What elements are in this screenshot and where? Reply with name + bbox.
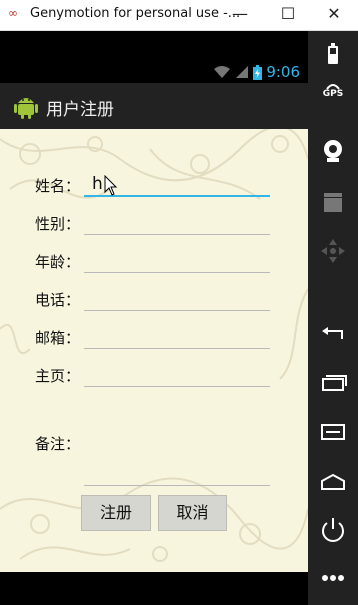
mouse-cursor-icon <box>104 175 118 196</box>
gender-input[interactable] <box>84 211 270 235</box>
genymotion-logo-icon: ∞ <box>8 6 18 20</box>
battery-charging-icon <box>253 64 263 80</box>
email-input[interactable] <box>84 325 270 349</box>
webcam-icon[interactable] <box>308 139 358 163</box>
window-titlebar[interactable]: ∞ Genymotion for personal use -... — ☐ ✕ <box>0 0 358 31</box>
emulator-toolbar: GPS <box>308 31 358 605</box>
app-bar: 用户注册 <box>0 83 308 129</box>
close-button[interactable]: ✕ <box>312 0 356 30</box>
remarks-input[interactable] <box>84 462 270 486</box>
age-label: 年龄： <box>35 253 81 271</box>
navigation-bar <box>0 572 308 605</box>
homepage-label: 主页： <box>35 367 81 385</box>
status-bar: 9:06 <box>0 31 308 83</box>
registration-form: 姓名： 性别： 年龄： 电话： 邮箱： 主页： 备注： 注册 取消 <box>0 129 308 572</box>
android-icon <box>14 98 38 119</box>
email-label: 邮箱： <box>35 329 81 347</box>
status-time: 9:06 <box>266 63 300 81</box>
recent-apps-icon[interactable] <box>308 373 358 391</box>
dpad-icon[interactable] <box>308 237 358 265</box>
menu-icon[interactable] <box>308 423 358 441</box>
more-icon[interactable] <box>308 573 358 583</box>
name-label: 姓名： <box>35 177 81 195</box>
phone-input[interactable] <box>84 287 270 311</box>
wifi-icon <box>214 66 231 78</box>
age-input[interactable] <box>84 249 270 273</box>
power-icon[interactable] <box>308 517 358 543</box>
minimize-button[interactable]: — <box>218 0 262 30</box>
status-icons: 9:06 <box>213 62 300 82</box>
cancel-button[interactable]: 取消 <box>158 495 227 531</box>
homepage-input[interactable] <box>84 363 270 387</box>
window-title: Genymotion for personal use -... <box>30 6 241 21</box>
back-icon[interactable] <box>308 325 358 343</box>
maximize-button[interactable]: ☐ <box>266 0 310 30</box>
gender-label: 性别： <box>35 215 81 233</box>
remarks-label: 备注： <box>35 435 81 453</box>
battery-icon[interactable] <box>308 43 358 65</box>
app-title: 用户注册 <box>46 100 114 120</box>
phone-label: 电话： <box>35 291 81 309</box>
clapper-icon[interactable] <box>308 191 358 213</box>
home-icon[interactable] <box>308 473 358 491</box>
register-button[interactable]: 注册 <box>81 495 151 531</box>
signal-icon <box>236 66 249 78</box>
gps-signal-icon <box>326 84 340 90</box>
